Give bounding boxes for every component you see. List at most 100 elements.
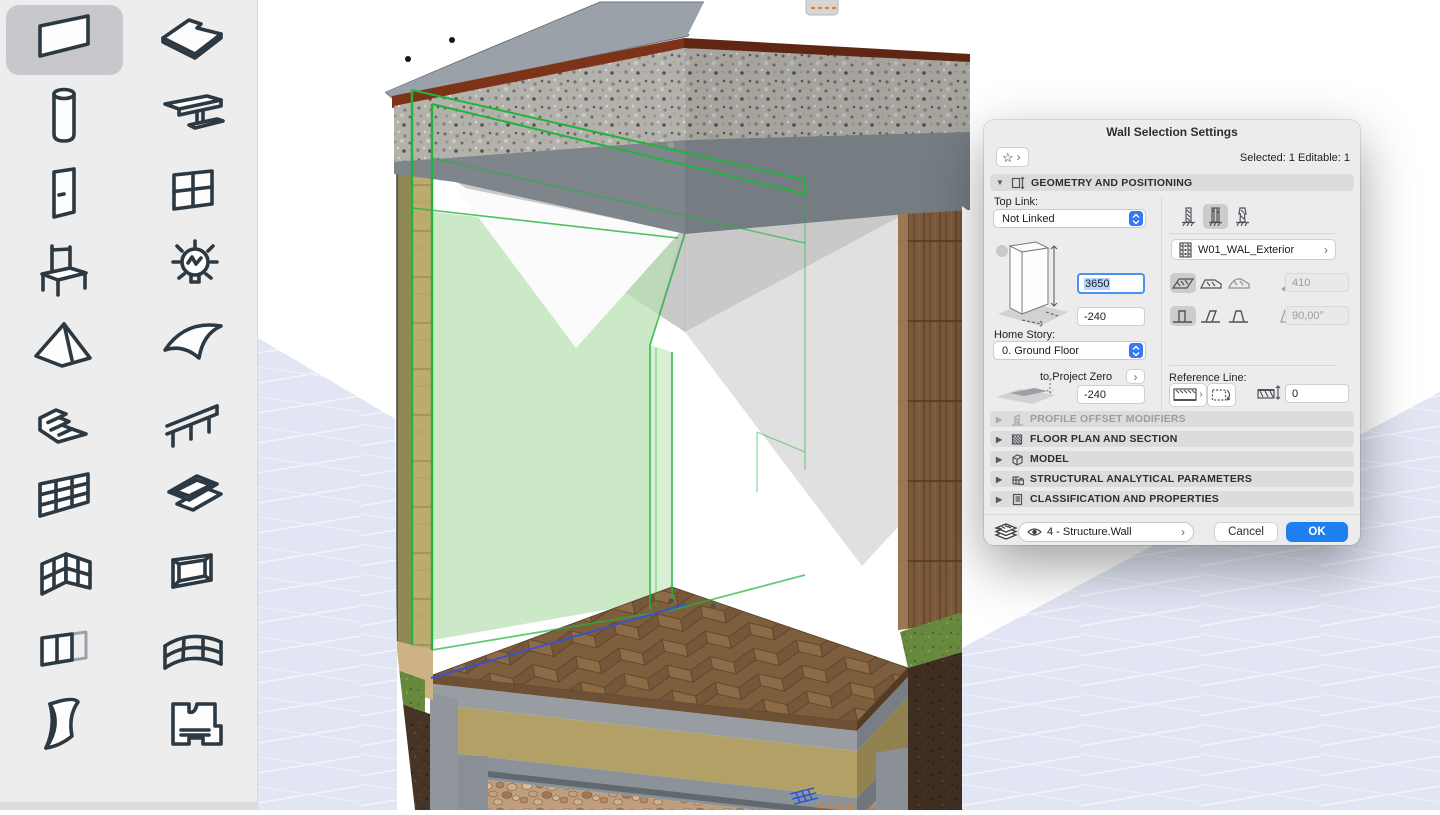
cancel-button[interactable]: Cancel — [1214, 522, 1278, 542]
wall-straight-button[interactable] — [1170, 306, 1196, 326]
disclosure-right-icon: ▶ — [996, 495, 1005, 504]
project-zero-diagram-icon — [994, 375, 1066, 407]
wall-composite-button[interactable] — [1203, 204, 1228, 229]
section-profile-offset-modifiers: ▶ PROFILE OFFSET MODIFIERS — [990, 411, 1354, 427]
divider — [1169, 365, 1336, 366]
reference-offset-field[interactable]: 0 — [1285, 384, 1349, 403]
tool-opening[interactable] — [135, 537, 252, 607]
elevation-field[interactable]: -240 — [1077, 385, 1145, 404]
model-hotspot[interactable] — [405, 56, 411, 62]
section-label: CLASSIFICATION AND PROPERTIES — [1030, 493, 1219, 505]
chevron-right-icon: › — [1199, 390, 1202, 400]
wall-bottom-offset-field[interactable]: -240 — [1077, 307, 1145, 326]
wall-slanted-button[interactable] — [1198, 306, 1224, 326]
cancel-label: Cancel — [1228, 526, 1264, 538]
tool-window[interactable] — [135, 157, 252, 227]
selected-wall[interactable] — [433, 186, 680, 640]
section-structural-analytical-parameters[interactable]: ▶ STRUCTURAL ANALYTICAL PARAMETERS — [990, 471, 1354, 487]
beam-tool-icon — [155, 84, 231, 148]
elevation-value: -240 — [1084, 389, 1106, 401]
shell-tool-icon — [155, 312, 231, 376]
layers-icon[interactable] — [994, 522, 1018, 542]
tool-skylight[interactable] — [135, 461, 252, 531]
tool-roof[interactable] — [6, 309, 123, 379]
tool-object[interactable] — [6, 233, 123, 303]
composite-name: W01_WAL_Exterior — [1198, 244, 1318, 256]
favorites-button[interactable]: ☆ › — [996, 147, 1029, 167]
roof-tool-icon — [26, 312, 102, 376]
top-link-dropdown[interactable]: Not Linked — [993, 209, 1146, 228]
top-link-label: Top Link: — [994, 196, 1038, 208]
section-label: FLOOR PLAN AND SECTION — [1030, 433, 1178, 445]
dialog-title: Wall Selection Settings — [984, 120, 1360, 144]
tool-lamp[interactable] — [135, 233, 252, 303]
tool-curtain-wall[interactable] — [6, 461, 123, 531]
wall-selection-settings-dialog: Wall Selection Settings ☆ › Selected: 1 … — [984, 120, 1360, 545]
curtain-wall-tool-icon — [26, 464, 102, 528]
tool-mesh[interactable] — [135, 613, 252, 683]
geometry-trapezoid-button[interactable] — [1198, 273, 1224, 293]
tool-railing[interactable] — [135, 385, 252, 455]
favorites-star-icon: ☆ — [1002, 151, 1014, 164]
composite-structure-icon — [1179, 242, 1192, 258]
home-story-label: Home Story: — [994, 329, 1055, 341]
model-hotspot[interactable] — [449, 37, 455, 43]
section-label: STRUCTURAL ANALYTICAL PARAMETERS — [1030, 473, 1252, 485]
floor-hotspot[interactable] — [710, 603, 716, 609]
dropdown-stepper-icon — [1129, 211, 1143, 226]
window-tool-icon — [155, 160, 231, 224]
flip-reference-button[interactable] — [1207, 383, 1236, 407]
wall-double-slanted-button[interactable] — [1226, 306, 1252, 326]
home-story-dropdown[interactable]: 0. Ground Floor — [993, 341, 1146, 360]
tool-morph[interactable] — [6, 689, 123, 759]
disclosure-right-icon: ▶ — [996, 415, 1005, 424]
chevron-right-icon: › — [1017, 151, 1021, 163]
section-model[interactable]: ▶ MODEL — [990, 451, 1354, 467]
tool-slab[interactable] — [135, 5, 252, 75]
chevron-right-icon: › — [1181, 526, 1185, 538]
section-floor-plan-and-section[interactable]: ▶ FLOOR PLAN AND SECTION — [990, 431, 1354, 447]
structural-analytical-icon — [1011, 473, 1024, 486]
tool-door[interactable] — [6, 157, 123, 227]
wall-complex-profile-button[interactable] — [1230, 204, 1255, 229]
selection-status: Selected: 1 Editable: 1 — [1240, 152, 1350, 164]
ceiling-hotspot[interactable] — [708, 134, 714, 140]
composite-selector-button[interactable]: W01_WAL_Exterior › — [1171, 239, 1336, 260]
wall-height-field[interactable]: 3650 — [1077, 273, 1145, 294]
geometry-straight-button[interactable] — [1170, 273, 1196, 293]
tool-column[interactable] — [6, 81, 123, 151]
wall-bottom-offset-value: -240 — [1084, 311, 1106, 323]
tool-corner-curtain-wall[interactable] — [6, 537, 123, 607]
chevron-right-icon: › — [1134, 371, 1138, 383]
tool-beam[interactable] — [135, 81, 252, 151]
layer-name: 4 - Structure.Wall — [1047, 526, 1176, 538]
wall-preview-diagram — [996, 232, 1070, 332]
ceiling-hotspot[interactable] — [668, 142, 674, 148]
floor-hotspot[interactable] — [668, 598, 674, 604]
wall-basic-button[interactable] — [1176, 204, 1201, 229]
divider — [1161, 198, 1162, 410]
opening-tool-icon — [155, 540, 231, 604]
tool-shell[interactable] — [135, 309, 252, 379]
layer-selector[interactable]: 4 - Structure.Wall › — [1018, 522, 1194, 542]
slant-angle-field: 90,00° — [1285, 306, 1349, 325]
reference-line-side-button[interactable]: › — [1169, 383, 1207, 407]
section-geometry-and-positioning[interactable]: ▼ GEOMETRY AND POSITIONING — [990, 174, 1354, 191]
toolbox-scroll-track[interactable] — [0, 802, 257, 810]
door-tool-icon — [26, 160, 102, 224]
stair-tool-icon — [26, 388, 102, 452]
section-label: PROFILE OFFSET MODIFIERS — [1030, 413, 1186, 425]
tool-wall[interactable] — [6, 5, 123, 75]
marker-chip[interactable] — [806, 0, 838, 15]
reference-offset-icon — [1257, 384, 1283, 402]
wall-thickness-value: 410 — [1292, 277, 1310, 289]
geometry-polygon-button[interactable] — [1226, 273, 1252, 293]
model-section-icon — [1011, 453, 1024, 466]
tool-stair[interactable] — [6, 385, 123, 455]
tool-panel[interactable] — [6, 613, 123, 683]
ok-button[interactable]: OK — [1286, 522, 1348, 542]
section-classification-and-properties[interactable]: ▶ CLASSIFICATION AND PROPERTIES — [990, 491, 1354, 507]
to-project-zero-selector-button[interactable]: › — [1126, 369, 1145, 384]
tool-zone[interactable] — [135, 689, 252, 759]
skylight-tool-icon — [155, 464, 231, 528]
